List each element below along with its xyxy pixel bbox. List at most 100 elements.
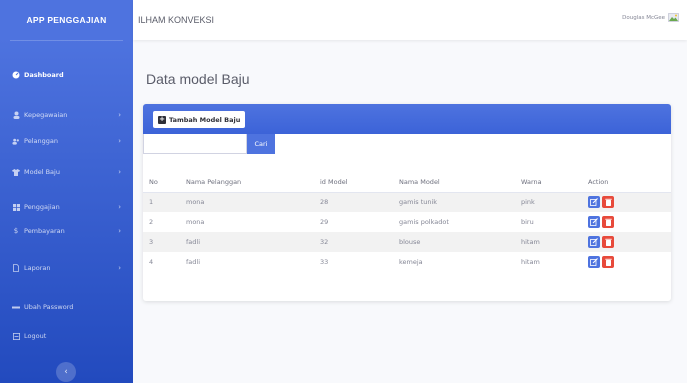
cell-action (588, 232, 671, 252)
chevron-right-icon: › (118, 203, 121, 211)
edit-button[interactable] (588, 256, 600, 268)
file-icon (12, 264, 20, 272)
edit-button[interactable] (588, 216, 600, 228)
cell-id-model: 28 (320, 192, 399, 212)
data-card: + Tambah Model Baju Cari No Nama Pelangg… (143, 104, 671, 301)
sidebar-item-label: Kepegawaian (24, 111, 68, 119)
sidebar-item-logout[interactable]: Logout (0, 325, 133, 347)
search-input[interactable] (143, 134, 247, 154)
trash-icon (604, 199, 612, 207)
cell-pelanggan: mona (186, 192, 320, 212)
trash-icon (604, 238, 612, 246)
sidebar-item-ubah-password[interactable]: Ubah Password (0, 296, 133, 318)
cell-id-model: 33 (320, 258, 329, 266)
sidebar-item-label: Penggajian (24, 203, 60, 211)
cell-pelanggan: mona (186, 218, 205, 226)
column-header: No (143, 172, 186, 193)
chevron-right-icon: › (118, 264, 121, 272)
add-model-button[interactable]: + Tambah Model Baju (153, 111, 246, 128)
sidebar-item-model-baju[interactable]: Model Baju › (0, 161, 133, 183)
column-header: Warna (521, 172, 588, 193)
chevron-right-icon: › (118, 111, 121, 119)
column-header: id Model (320, 172, 399, 193)
column-header: Nama Model (399, 172, 521, 193)
sidebar-item-label: Laporan (24, 264, 51, 272)
edit-icon (590, 238, 598, 246)
trash-icon (604, 258, 612, 266)
cell-action (588, 252, 671, 272)
dollar-icon: $ (13, 227, 19, 235)
cell-pelanggan: fadli (186, 232, 320, 252)
cell-nama-model: kemeja (399, 258, 423, 266)
users-icon (12, 137, 20, 145)
sidebar-item-label: Model Baju (24, 168, 60, 176)
add-model-label: Tambah Model Baju (169, 115, 241, 124)
cell-no: 4 (149, 258, 154, 266)
cell-pelanggan: fadli (186, 258, 201, 266)
plus-square-icon: + (158, 115, 166, 124)
table-row: 1 mona 28 gamis tunik pink (143, 192, 671, 212)
cell-warna: hitam (521, 232, 588, 252)
edit-icon (590, 218, 598, 226)
shirt-icon (12, 168, 20, 176)
cell-action (588, 212, 671, 232)
cell-id-model: 32 (320, 232, 399, 252)
delete-button[interactable] (602, 256, 614, 268)
cell-action (588, 192, 671, 212)
column-header: Action (588, 172, 671, 193)
user-name[interactable]: Douglas McGee (622, 15, 665, 21)
edit-icon (590, 198, 598, 207)
card-header: + Tambah Model Baju (143, 104, 671, 134)
cell-no: 1 (143, 192, 186, 212)
cell-id-model: 29 (320, 218, 329, 226)
cell-warna: biru (521, 218, 534, 226)
cell-nama-model: blouse (399, 232, 521, 252)
sidebar-item-label: Pelanggan (24, 137, 58, 145)
sidebar-item-label: Dashboard (24, 71, 64, 79)
sidebar-item-laporan[interactable]: Laporan › (0, 257, 133, 279)
sidebar-item-label: Pembayaran (24, 227, 65, 235)
cell-no: 2 (149, 218, 154, 226)
sidebar-item-dashboard[interactable]: Dashboard (0, 64, 133, 86)
sidebar-brand[interactable]: APP PENGGAJIAN (0, 0, 133, 40)
sidebar-item-label: Logout (24, 332, 47, 340)
table-row: 4 fadli 33 kemeja hitam (143, 252, 671, 272)
chevron-left-icon: ‹ (64, 367, 68, 377)
chevron-right-icon: › (118, 137, 121, 145)
search-row: Cari (143, 134, 275, 154)
sidebar-item-pelanggan[interactable]: Pelanggan › (0, 130, 133, 152)
sidebar-item-label: Ubah Password (24, 303, 74, 311)
sidebar-item-pembayaran[interactable]: $ Pembayaran › (0, 220, 133, 242)
logout-icon (12, 332, 20, 340)
cell-warna: hitam (521, 258, 540, 266)
cell-warna: pink (521, 192, 588, 212)
tachometer-icon (12, 71, 20, 79)
edit-button[interactable] (588, 196, 600, 209)
user-icon (12, 111, 20, 119)
app-title: ILHAM KONVEKSI (138, 15, 215, 25)
delete-button[interactable] (602, 236, 614, 248)
model-table: No Nama Pelanggan id Model Nama Model Wa… (143, 172, 671, 272)
cell-nama-model: gamis polkadot (399, 218, 449, 226)
sidebar-item-penggajian[interactable]: Penggajian › (0, 196, 133, 218)
table-row: 2 mona 29 gamis polkadot biru (143, 212, 671, 232)
delete-button[interactable] (602, 196, 614, 209)
edit-icon (590, 258, 598, 266)
sidebar-toggle-button[interactable]: ‹ (56, 362, 76, 382)
search-button[interactable]: Cari (247, 134, 275, 154)
delete-button[interactable] (602, 216, 614, 228)
cell-no: 3 (143, 232, 186, 252)
topbar: ILHAM KONVEKSI Douglas McGee (133, 0, 687, 40)
column-header: Nama Pelanggan (186, 172, 320, 193)
trash-icon (604, 218, 612, 226)
key-icon (12, 303, 20, 311)
page-title: Data model Baju (146, 71, 250, 87)
chevron-right-icon: › (118, 227, 121, 235)
cell-nama-model: gamis tunik (399, 192, 521, 212)
chevron-right-icon: › (118, 168, 121, 176)
sidebar-item-kepegawaian[interactable]: Kepegawaian › (0, 104, 133, 126)
table-header-row: No Nama Pelanggan id Model Nama Model Wa… (143, 172, 671, 193)
edit-button[interactable] (588, 236, 600, 248)
avatar[interactable] (668, 12, 679, 23)
sidebar-divider (10, 40, 123, 41)
